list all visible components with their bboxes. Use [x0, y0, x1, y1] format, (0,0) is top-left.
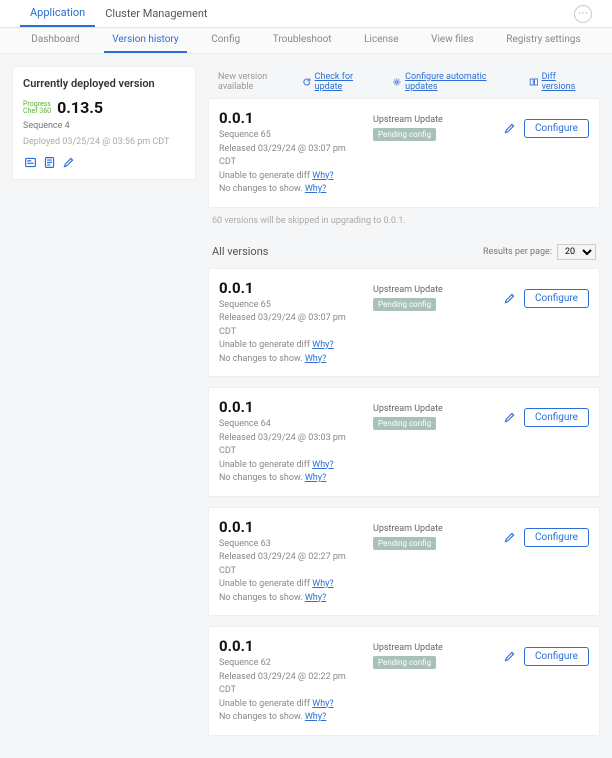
- configure-button[interactable]: Configure: [524, 289, 589, 308]
- edit-config-icon[interactable]: [503, 411, 516, 424]
- edit-config-icon[interactable]: [503, 122, 516, 135]
- diff-text: Unable to generate diff: [219, 699, 312, 709]
- edit-config-icon[interactable]: [503, 292, 516, 305]
- results-per-page-select[interactable]: 20: [557, 244, 596, 260]
- configure-auto-updates-link[interactable]: Configure automatic updates: [392, 72, 516, 92]
- version-sequence: Sequence 64: [219, 418, 363, 432]
- why-link[interactable]: Why?: [312, 460, 333, 470]
- results-per-page-label: Results per page:: [483, 247, 552, 257]
- edit-config-icon[interactable]: [503, 650, 516, 663]
- status-badge: Pending config: [373, 537, 436, 550]
- version-released: Released 03/29/24 @ 03:07 pm CDT: [219, 312, 363, 339]
- subtab-registry-settings[interactable]: Registry settings: [498, 28, 588, 53]
- version-released: Released 03/29/24 @ 03:03 pm CDT: [219, 432, 363, 459]
- why-link[interactable]: Why?: [305, 712, 326, 722]
- version-released: Released 03/29/24 @ 02:27 pm CDT: [219, 551, 363, 578]
- version-block: 0.0.1 Sequence 63 Released 03/29/24 @ 02…: [208, 507, 600, 617]
- deployed-sequence: Sequence 4: [23, 121, 185, 131]
- configure-button[interactable]: Configure: [524, 119, 589, 138]
- configure-button[interactable]: Configure: [524, 528, 589, 547]
- upstream-label: Upstream Update: [373, 404, 493, 414]
- release-notes-icon[interactable]: [23, 155, 37, 169]
- version-sequence: Sequence 65: [219, 129, 363, 143]
- top-tab-bar: Application Cluster Management ⋯: [0, 0, 612, 28]
- why-link[interactable]: Why?: [305, 354, 326, 364]
- version-number: 0.0.1: [219, 398, 363, 416]
- tab-cluster-management[interactable]: Cluster Management: [95, 1, 217, 26]
- configure-button[interactable]: Configure: [524, 647, 589, 666]
- why-link[interactable]: Why?: [305, 184, 326, 194]
- version-released: Released 03/29/24 @ 03:07 pm CDT: [219, 143, 363, 170]
- version-block: 0.0.1 Sequence 62 Released 03/29/24 @ 02…: [208, 626, 600, 736]
- changes-text: No changes to show.: [219, 593, 305, 603]
- product-logo: ProgressChef 360: [23, 101, 51, 115]
- new-version-bar: New version available Check for update C…: [208, 66, 600, 98]
- diff-text: Unable to generate diff: [219, 460, 312, 470]
- version-block: 0.0.1 Sequence 64 Released 03/29/24 @ 03…: [208, 387, 600, 497]
- edit-config-icon[interactable]: [503, 531, 516, 544]
- config-icon[interactable]: [61, 155, 75, 169]
- status-badge: Pending config: [373, 128, 436, 141]
- why-link[interactable]: Why?: [312, 171, 333, 181]
- status-badge: Pending config: [373, 417, 436, 430]
- why-link[interactable]: Why?: [312, 340, 333, 350]
- version-sequence: Sequence 65: [219, 299, 363, 313]
- version-number: 0.0.1: [219, 637, 363, 655]
- overflow-menu-icon[interactable]: ⋯: [574, 5, 592, 23]
- check-update-link[interactable]: Check for update: [302, 72, 380, 92]
- subtab-version-history[interactable]: Version history: [104, 28, 186, 53]
- subtab-config[interactable]: Config: [203, 28, 248, 53]
- status-badge: Pending config: [373, 656, 436, 669]
- deployed-heading: Currently deployed version: [23, 77, 185, 90]
- version-released: Released 03/29/24 @ 02:22 pm CDT: [219, 671, 363, 698]
- changes-text: No changes to show.: [219, 354, 305, 364]
- subtab-license[interactable]: License: [356, 28, 406, 53]
- version-number: 0.0.1: [219, 518, 363, 536]
- version-list: 0.0.1 Sequence 65 Released 03/29/24 @ 03…: [208, 268, 600, 736]
- deployed-version-card: Currently deployed version ProgressChef …: [12, 66, 196, 180]
- upstream-label: Upstream Update: [373, 115, 493, 125]
- diff-versions-link[interactable]: Diff versions: [529, 72, 590, 92]
- upstream-label: Upstream Update: [373, 285, 493, 295]
- diff-text: Unable to generate diff: [219, 171, 312, 181]
- deployed-version-number: 0.13.5: [57, 98, 103, 117]
- sub-tab-bar: Dashboard Version history Config Trouble…: [0, 28, 612, 54]
- why-link[interactable]: Why?: [312, 699, 333, 709]
- changes-text: No changes to show.: [219, 712, 305, 722]
- upstream-label: Upstream Update: [373, 643, 493, 653]
- subtab-view-files[interactable]: View files: [423, 28, 482, 53]
- featured-version-block: 0.0.1 Sequence 65 Released 03/29/24 @ 03…: [208, 98, 600, 208]
- changes-text: No changes to show.: [219, 473, 305, 483]
- why-link[interactable]: Why?: [312, 579, 333, 589]
- version-number: 0.0.1: [219, 279, 363, 297]
- all-versions-title: All versions: [212, 245, 268, 258]
- diff-text: Unable to generate diff: [219, 340, 312, 350]
- upstream-label: Upstream Update: [373, 524, 493, 534]
- skip-note: 60 versions will be skipped in upgrading…: [208, 208, 600, 234]
- diff-text: Unable to generate diff: [219, 579, 312, 589]
- why-link[interactable]: Why?: [305, 473, 326, 483]
- subtab-dashboard[interactable]: Dashboard: [23, 28, 87, 53]
- version-sequence: Sequence 63: [219, 538, 363, 552]
- changes-text: No changes to show.: [219, 184, 305, 194]
- version-block: 0.0.1 Sequence 65 Released 03/29/24 @ 03…: [208, 268, 600, 378]
- why-link[interactable]: Why?: [305, 593, 326, 603]
- configure-button[interactable]: Configure: [524, 408, 589, 427]
- new-version-label: New version available: [218, 72, 302, 92]
- deployed-timestamp: Deployed 03/25/24 @ 03:56 pm CDT: [23, 137, 185, 147]
- version-sequence: Sequence 62: [219, 657, 363, 671]
- subtab-troubleshoot[interactable]: Troubleshoot: [265, 28, 340, 53]
- tab-application[interactable]: Application: [20, 0, 95, 27]
- version-number: 0.0.1: [219, 109, 363, 127]
- files-icon[interactable]: [42, 155, 56, 169]
- status-badge: Pending config: [373, 298, 436, 311]
